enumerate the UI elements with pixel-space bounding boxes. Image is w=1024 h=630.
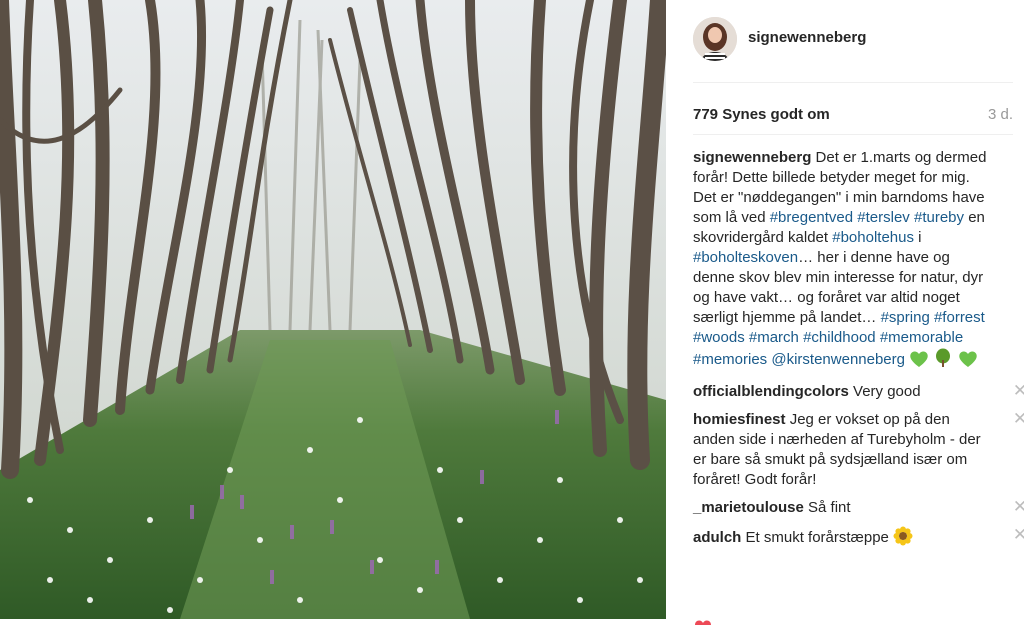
- post-caption: signewenneberg Det er 1.marts og dermed …: [693, 148, 993, 374]
- comment-item: officialblendingcolors Very good ✕: [693, 382, 1024, 402]
- avatar-image: [693, 17, 737, 61]
- comment-text: Et smukt forårstæppe: [741, 529, 889, 546]
- hashtag-bregentved[interactable]: #bregentved: [770, 209, 853, 226]
- post-details-panel: signewenneberg 779 Synes godt om 3 d. si…: [667, 0, 1024, 625]
- hashtag-boholteskoven[interactable]: #boholteskoven: [693, 249, 798, 266]
- hashtag-memorable[interactable]: #memorable: [880, 329, 963, 346]
- hashtag-march[interactable]: #march: [749, 329, 799, 346]
- post-photo[interactable]: [0, 0, 666, 619]
- post-header: signewenneberg: [693, 0, 1013, 83]
- caption-username[interactable]: signewenneberg: [693, 149, 811, 166]
- close-icon[interactable]: ✕: [1012, 498, 1024, 515]
- comment-username[interactable]: _marietoulouse: [693, 499, 804, 516]
- comment-item: homiesfinest Jeg er vokset op på den and…: [693, 410, 1024, 490]
- post-timestamp[interactable]: 3 d.: [988, 106, 1013, 123]
- hashtag-tureby[interactable]: #tureby: [914, 209, 964, 226]
- hashtag-spring[interactable]: #spring: [881, 309, 930, 326]
- mention-kirstenwenneberg[interactable]: @kirstenwenneberg: [771, 351, 905, 368]
- hashtag-woods[interactable]: #woods: [693, 329, 745, 346]
- hashtag-childhood[interactable]: #childhood: [803, 329, 876, 346]
- close-icon[interactable]: ✕: [1012, 410, 1024, 427]
- comment-text: Very good: [848, 383, 921, 400]
- comment-username[interactable]: officialblendingcolors: [693, 383, 849, 400]
- comment-item: _marietoulouse Så fint ✕: [693, 498, 1024, 518]
- hashtag-memories[interactable]: #memories: [693, 351, 767, 368]
- close-icon[interactable]: ✕: [1012, 526, 1024, 543]
- green-heart-icon: [909, 350, 929, 374]
- comment-username[interactable]: homiesfinest: [693, 411, 786, 428]
- likes-count[interactable]: 779 Synes godt om: [693, 106, 830, 123]
- green-heart-icon: [958, 350, 978, 374]
- comments-list: signewenneberg Det er 1.marts og dermed …: [693, 148, 1024, 560]
- comment-item: adulch Et smukt forårstæppe ✕: [693, 526, 1024, 552]
- close-icon[interactable]: ✕: [1012, 382, 1024, 399]
- comment-text: Så fint: [803, 499, 851, 516]
- hashtag-terslev[interactable]: #terslev: [857, 209, 910, 226]
- forest-photo-image: [0, 0, 666, 619]
- caption-text-3: i: [913, 229, 922, 246]
- avatar[interactable]: [693, 17, 737, 61]
- hashtag-boholtehus[interactable]: #boholtehus: [832, 229, 914, 246]
- hashtag-forrest[interactable]: #forrest: [934, 309, 985, 326]
- sunflower-icon: [893, 526, 913, 552]
- comment-username[interactable]: adulch: [693, 529, 741, 546]
- post-author-username[interactable]: signewenneberg: [748, 29, 866, 46]
- deciduous-tree-icon: [933, 348, 953, 374]
- divider: [693, 134, 1013, 135]
